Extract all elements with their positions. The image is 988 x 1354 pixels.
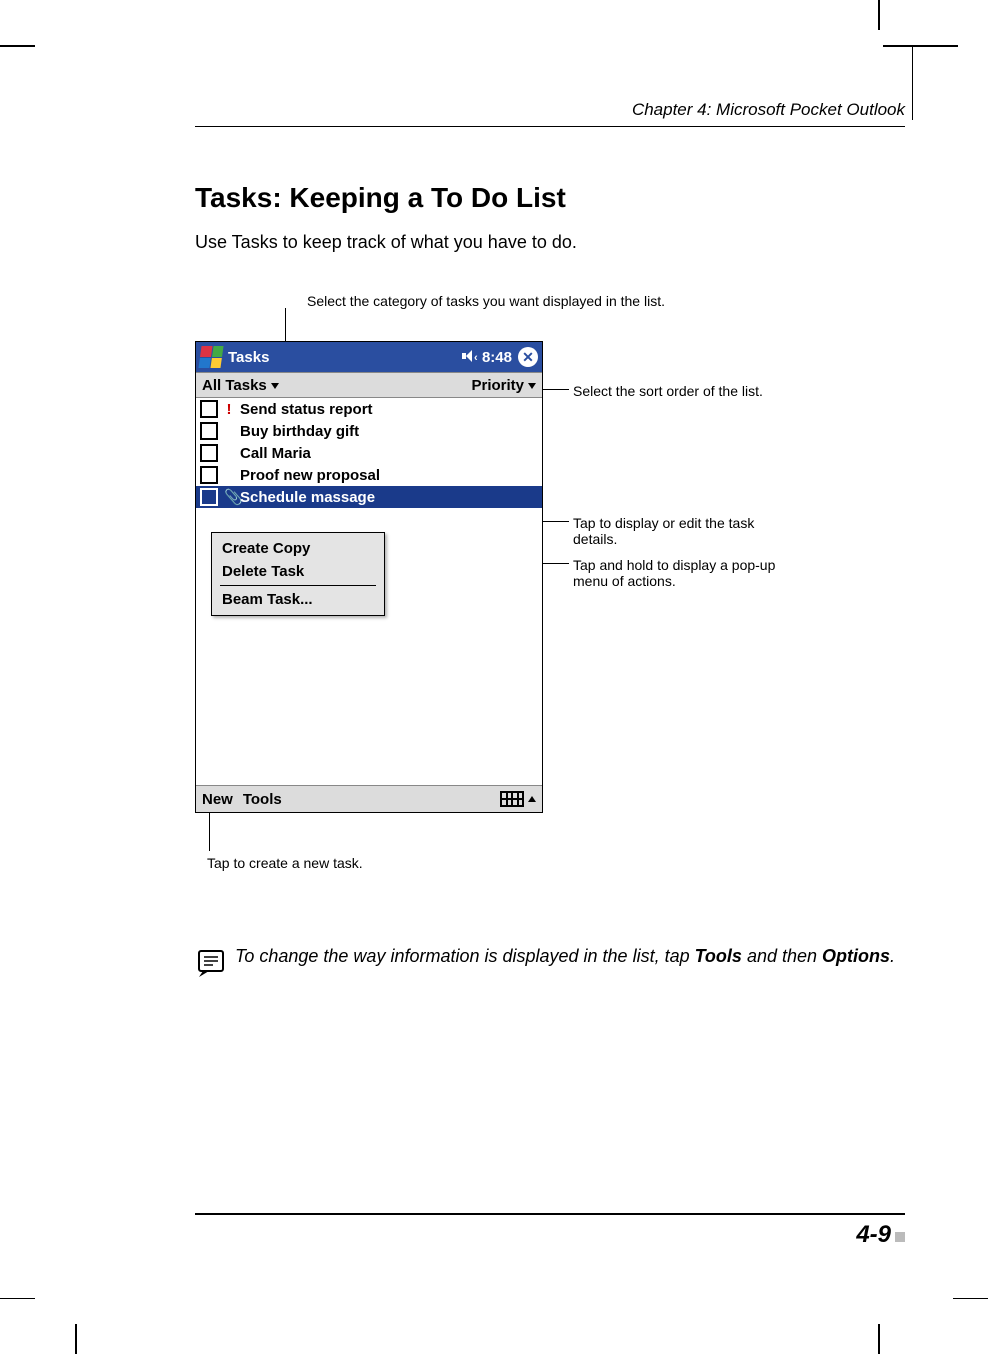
cropmark xyxy=(953,1298,988,1300)
task-row[interactable]: Buy birthday gift xyxy=(196,420,542,442)
task-row[interactable]: ! Send status report xyxy=(196,398,542,420)
checkbox[interactable] xyxy=(200,466,218,484)
command-bar: New Tools xyxy=(196,785,542,812)
task-row[interactable]: Call Maria xyxy=(196,442,542,464)
task-label: Send status report xyxy=(240,401,373,418)
task-row[interactable]: Proof new proposal xyxy=(196,464,542,486)
footer-decoration xyxy=(895,1232,905,1242)
attachment-icon: 📎 xyxy=(224,488,234,506)
category-filter[interactable]: All Tasks xyxy=(202,377,279,394)
figure: Select the category of tasks you want di… xyxy=(195,293,905,913)
task-label: Schedule massage xyxy=(240,489,375,506)
checkbox[interactable] xyxy=(200,488,218,506)
sort-filter[interactable]: Priority xyxy=(471,377,536,394)
callout-holdmenu: Tap and hold to display a pop-up menu of… xyxy=(573,557,793,589)
start-icon[interactable] xyxy=(198,346,223,368)
device-screen: Tasks ‹ 8:48 ✕ All Tasks Priority ! Send… xyxy=(195,341,543,813)
keyboard-icon xyxy=(500,791,524,807)
close-icon[interactable]: ✕ xyxy=(518,347,538,367)
callout-line xyxy=(209,813,210,851)
page-footer: 4-9 xyxy=(195,1213,905,1249)
callout-sort: Select the sort order of the list. xyxy=(573,383,763,399)
cropmark xyxy=(0,1298,35,1300)
caret-up-icon xyxy=(528,796,536,802)
note-icon xyxy=(195,947,227,979)
note: To change the way information is display… xyxy=(195,945,905,979)
note-text: To change the way information is display… xyxy=(235,945,895,979)
filter-bar: All Tasks Priority xyxy=(196,372,542,398)
task-label: Buy birthday gift xyxy=(240,423,359,440)
clock: 8:48 xyxy=(482,349,512,366)
callout-category: Select the category of tasks you want di… xyxy=(307,293,665,309)
title-bar: Tasks ‹ 8:48 ✕ xyxy=(196,342,542,372)
volume-icon[interactable]: ‹ xyxy=(462,350,478,364)
callout-newtask: Tap to create a new task. xyxy=(207,855,363,871)
cropmark xyxy=(912,45,914,120)
tools-button[interactable]: Tools xyxy=(243,791,282,808)
checkbox[interactable] xyxy=(200,400,218,418)
intro-text: Use Tasks to keep track of what you have… xyxy=(195,232,905,253)
app-title: Tasks xyxy=(228,349,462,366)
chapter-header: Chapter 4: Microsoft Pocket Outlook xyxy=(195,100,905,127)
task-list: ! Send status report Buy birthday gift C… xyxy=(196,398,542,508)
menu-create-copy[interactable]: Create Copy xyxy=(212,537,384,560)
checkbox[interactable] xyxy=(200,422,218,440)
cropmark xyxy=(878,0,880,30)
cropmark xyxy=(0,45,35,47)
task-label: Call Maria xyxy=(240,445,311,462)
cropmark xyxy=(75,1324,77,1354)
callout-taskdetails: Tap to display or edit the task details. xyxy=(573,515,763,547)
checkbox[interactable] xyxy=(200,444,218,462)
page-number: 4-9 xyxy=(856,1221,891,1248)
priority-icon: ! xyxy=(224,401,234,418)
cropmark xyxy=(878,1324,880,1354)
task-row-selected[interactable]: 📎 Schedule massage xyxy=(196,486,542,508)
context-menu: Create Copy Delete Task Beam Task... xyxy=(211,532,385,616)
new-button[interactable]: New xyxy=(202,791,233,808)
task-label: Proof new proposal xyxy=(240,467,380,484)
cropmark xyxy=(883,45,958,47)
section-title: Tasks: Keeping a To Do List xyxy=(195,182,905,214)
menu-delete-task[interactable]: Delete Task xyxy=(212,560,384,583)
sip-button[interactable] xyxy=(500,791,536,807)
menu-separator xyxy=(220,585,376,586)
menu-beam-task[interactable]: Beam Task... xyxy=(212,588,384,611)
